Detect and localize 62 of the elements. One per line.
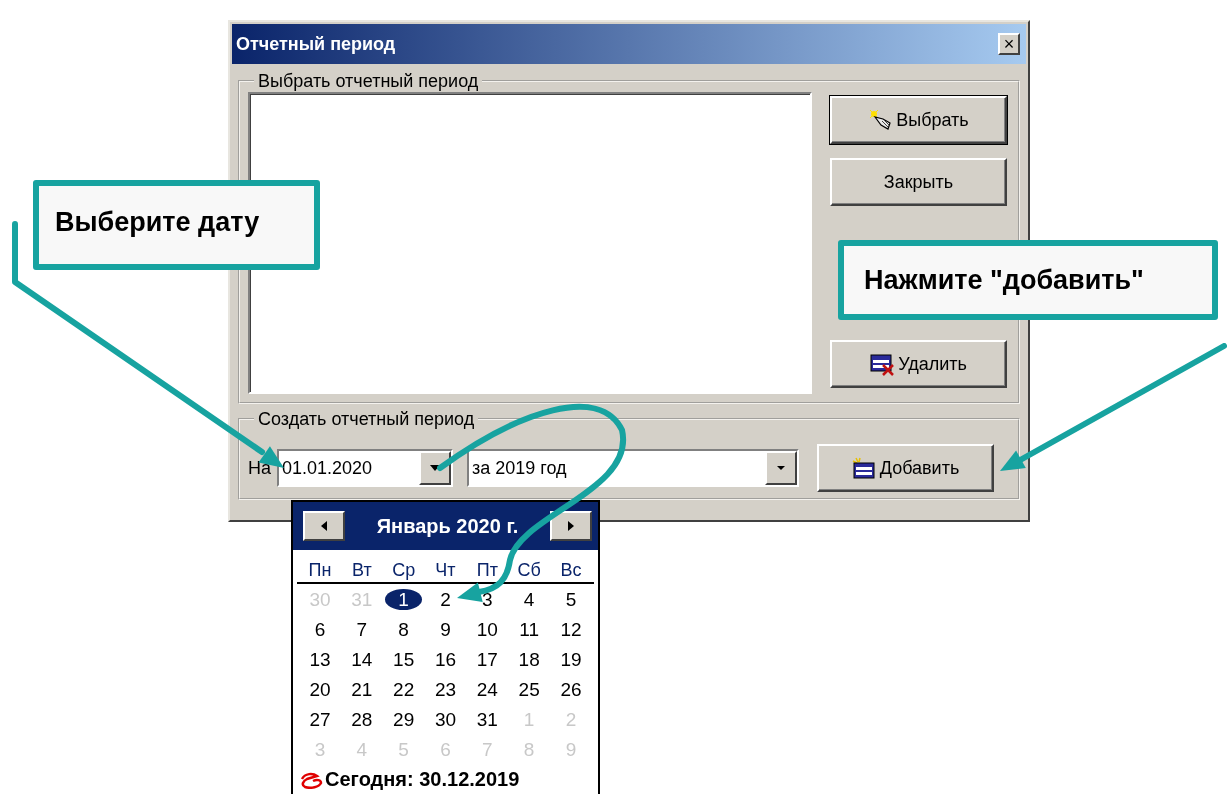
calendar-day[interactable]: 21 — [351, 679, 373, 699]
calendar-day[interactable]: 30 — [434, 709, 457, 729]
calendar-day[interactable]: 24 — [476, 679, 498, 699]
calendar-day[interactable]: 28 — [351, 709, 373, 729]
delete-button[interactable]: Удалить — [830, 340, 1007, 388]
close-dialog-button[interactable]: Закрыть — [830, 158, 1007, 206]
weekday-label: Чт — [435, 560, 456, 581]
right-arrow-icon — [568, 521, 574, 531]
calendar-day[interactable]: 25 — [518, 679, 540, 699]
dropdown-button[interactable] — [765, 451, 797, 485]
calendar-day[interactable]: 22 — [393, 679, 415, 699]
calendar-day[interactable]: 10 — [476, 619, 498, 639]
table-delete-icon — [870, 352, 895, 376]
calendar-day[interactable]: 17 — [476, 649, 498, 669]
group-label: Выбрать отчетный период — [257, 72, 480, 90]
calendar-day[interactable]: 31 — [476, 709, 498, 729]
next-month-button[interactable] — [550, 511, 592, 541]
calendar-day[interactable]: 27 — [309, 709, 331, 729]
weekday-label: Вс — [560, 560, 582, 581]
add-button[interactable]: Добавить — [817, 444, 994, 492]
dropdown-button[interactable] — [419, 451, 451, 485]
field-label: На — [248, 457, 271, 479]
callout-note: Нажмите "добавить" — [838, 240, 1218, 320]
previous-month-button[interactable] — [303, 511, 345, 541]
weekday-label: Вт — [352, 560, 372, 581]
calendar-day[interactable]: 9 — [440, 619, 451, 639]
weekday-label: Пн — [308, 560, 332, 581]
calendar-day[interactable]: 29 — [393, 709, 415, 729]
calendar-day[interactable]: 7 — [356, 619, 368, 639]
calendar-day[interactable]: 13 — [309, 649, 331, 669]
calendar-day[interactable]: 2 — [440, 589, 451, 609]
scribble-icon — [299, 770, 323, 789]
calendar-day[interactable]: 16 — [434, 649, 457, 669]
left-arrow-icon — [321, 521, 327, 531]
weekday-label: Ср — [392, 560, 416, 581]
calendar-day[interactable]: 18 — [518, 649, 540, 669]
calendar-day[interactable]: 26 — [560, 679, 582, 699]
weekday-label: Пт — [476, 560, 498, 581]
caret-icon — [430, 465, 440, 471]
window-title: Отчетный период — [236, 33, 396, 55]
caret-icon — [777, 466, 785, 470]
month-title: Январь 2020 г. — [376, 514, 519, 538]
calendar-day[interactable]: 12 — [560, 619, 582, 639]
calendar-day[interactable]: 8 — [398, 619, 409, 639]
calendar-day[interactable]: 6 — [314, 619, 326, 639]
calendar-day[interactable]: 23 — [434, 679, 457, 699]
weekday-label: Сб — [517, 560, 541, 581]
calendar-day[interactable]: 19 — [560, 649, 582, 669]
calendar-day[interactable]: 5 — [565, 589, 577, 609]
today-label[interactable]: Сегодня: 30.12.2019 — [325, 768, 520, 791]
calendar-day[interactable]: 15 — [393, 649, 415, 669]
close-button[interactable]: × — [998, 33, 1020, 55]
select-button[interactable]: Выбрать — [830, 96, 1007, 144]
calendar-day[interactable]: 14 — [351, 649, 373, 669]
calendar-day[interactable]: 3 — [482, 589, 493, 609]
callout-note: Выберите дату — [33, 180, 320, 270]
selected-day[interactable]: 1 — [385, 588, 422, 610]
group-label: Создать отчетный период — [257, 410, 476, 428]
table-add-icon — [851, 457, 876, 479]
calendar-day[interactable]: 4 — [523, 589, 535, 609]
calendar-day[interactable]: 20 — [309, 679, 331, 699]
calendar-day[interactable]: 11 — [519, 619, 539, 639]
